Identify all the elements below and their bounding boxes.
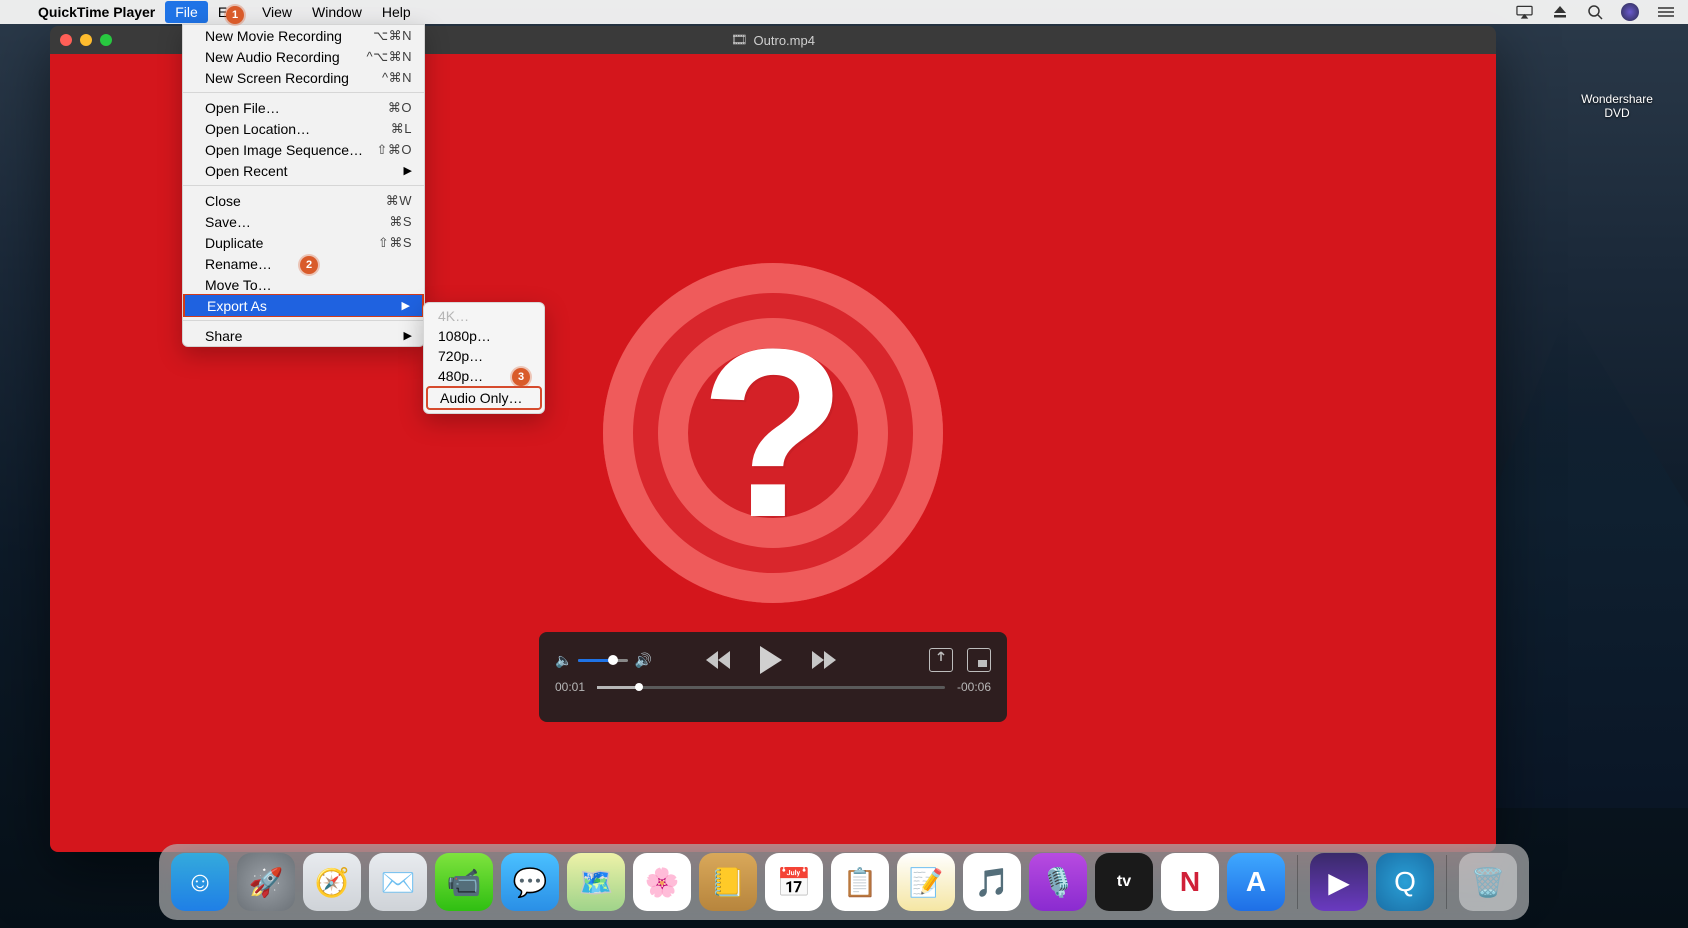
- dock-quicktime[interactable]: Q: [1376, 853, 1434, 911]
- export-720p[interactable]: 720p…: [424, 346, 544, 366]
- dock-mail[interactable]: ✉️: [369, 853, 427, 911]
- callout-3: 3: [512, 368, 530, 386]
- dvd-disc-icon: [1589, 30, 1645, 86]
- callout-2: 2: [300, 256, 318, 274]
- dock-appstore[interactable]: A: [1227, 853, 1285, 911]
- dock-calendar[interactable]: 📅: [765, 853, 823, 911]
- traffic-lights: [60, 34, 112, 46]
- document-icon: 🎞: [731, 32, 748, 48]
- dock-facetime[interactable]: 📹: [435, 853, 493, 911]
- dock-contacts[interactable]: 📒: [699, 853, 757, 911]
- menu-separator: [183, 185, 424, 186]
- trash-icon[interactable]: 🗑️: [1459, 853, 1517, 911]
- menu-open-image-seq[interactable]: Open Image Sequence…⇧⌘O: [183, 139, 424, 160]
- maximize-button[interactable]: [100, 34, 112, 46]
- window-title: Outro.mp4: [754, 33, 815, 48]
- menu-export-as[interactable]: Export As▶: [183, 294, 424, 317]
- video-frame-content: ?: [603, 263, 943, 603]
- app-name[interactable]: QuickTime Player: [28, 1, 165, 23]
- menu-open-recent[interactable]: Open Recent▶: [183, 160, 424, 181]
- time-remaining: -00:06: [957, 680, 991, 694]
- menu-help[interactable]: Help: [372, 1, 421, 23]
- rewind-button[interactable]: [706, 651, 730, 669]
- control-center-icon[interactable]: [1657, 4, 1674, 21]
- dock-separator: [1297, 855, 1298, 909]
- siri-icon[interactable]: [1621, 3, 1639, 21]
- dock-reminders[interactable]: 📋: [831, 853, 889, 911]
- desktop-icon-label: Wondershare DVD: [1572, 92, 1662, 120]
- menu-window[interactable]: Window: [302, 1, 372, 23]
- menubar: QuickTime Player File Edit View Window H…: [0, 0, 1688, 24]
- menu-duplicate[interactable]: Duplicate⇧⌘S: [183, 232, 424, 253]
- menu-share[interactable]: Share▶: [183, 325, 424, 346]
- search-icon[interactable]: [1586, 4, 1603, 21]
- dock-launchpad[interactable]: 🚀: [237, 853, 295, 911]
- dock-finder[interactable]: ☺: [171, 853, 229, 911]
- dock-maps[interactable]: 🗺️: [567, 853, 625, 911]
- volume-slider[interactable]: [578, 659, 628, 662]
- minimize-button[interactable]: [80, 34, 92, 46]
- dock: ☺🚀🧭✉️📹💬🗺️🌸📒📅📋📝🎵🎙️tvNA ▶Q 🗑️: [159, 844, 1529, 920]
- export-1080p[interactable]: 1080p…: [424, 326, 544, 346]
- close-button[interactable]: [60, 34, 72, 46]
- player-controls: 🔈 🔊 00:01 -00:06: [539, 632, 1007, 722]
- timeline-slider[interactable]: [597, 686, 945, 689]
- export-as-submenu: 4K… 1080p… 720p… 480p… Audio Only…: [423, 302, 545, 414]
- dock-podcasts[interactable]: 🎙️: [1029, 853, 1087, 911]
- play-button[interactable]: [760, 646, 782, 674]
- menu-new-movie[interactable]: New Movie Recording⌥⌘N: [183, 25, 424, 46]
- dock-tv[interactable]: tv: [1095, 853, 1153, 911]
- airplay-icon[interactable]: [1516, 4, 1533, 21]
- callout-1: 1: [226, 6, 244, 24]
- file-menu-dropdown: New Movie Recording⌥⌘N New Audio Recordi…: [182, 24, 425, 347]
- menu-save[interactable]: Save…⌘S: [183, 211, 424, 232]
- share-button[interactable]: [929, 648, 953, 672]
- dock-photos[interactable]: 🌸: [633, 853, 691, 911]
- chevron-right-icon: ▶: [404, 329, 412, 342]
- menu-new-audio[interactable]: New Audio Recording^⌥⌘N: [183, 46, 424, 67]
- menu-separator: [183, 320, 424, 321]
- desktop-dvd-icon[interactable]: Wondershare DVD: [1572, 30, 1662, 120]
- dock-safari[interactable]: 🧭: [303, 853, 361, 911]
- export-4k: 4K…: [424, 306, 544, 326]
- menu-move-to[interactable]: Move To…: [183, 274, 424, 295]
- menu-open-file[interactable]: Open File…⌘O: [183, 97, 424, 118]
- dock-uniconverter[interactable]: ▶: [1310, 853, 1368, 911]
- dock-messages[interactable]: 💬: [501, 853, 559, 911]
- eject-icon[interactable]: [1551, 4, 1568, 21]
- question-mark-icon: ?: [603, 263, 943, 603]
- dock-music[interactable]: 🎵: [963, 853, 1021, 911]
- menu-close[interactable]: Close⌘W: [183, 190, 424, 211]
- menu-separator: [183, 92, 424, 93]
- pip-button[interactable]: [967, 648, 991, 672]
- export-audio-only[interactable]: Audio Only…: [426, 386, 542, 410]
- menu-open-location[interactable]: Open Location…⌘L: [183, 118, 424, 139]
- menu-view[interactable]: View: [252, 1, 302, 23]
- dock-news[interactable]: N: [1161, 853, 1219, 911]
- menu-file[interactable]: File: [165, 1, 208, 23]
- dock-separator: [1446, 855, 1447, 909]
- mute-icon[interactable]: 🔈: [555, 652, 572, 669]
- volume-icon[interactable]: 🔊: [634, 652, 651, 669]
- menu-new-screen[interactable]: New Screen Recording^⌘N: [183, 67, 424, 88]
- fast-forward-button[interactable]: [812, 651, 836, 669]
- chevron-right-icon: ▶: [404, 164, 412, 177]
- time-elapsed: 00:01: [555, 680, 585, 694]
- chevron-right-icon: ▶: [402, 299, 410, 312]
- dock-notes[interactable]: 📝: [897, 853, 955, 911]
